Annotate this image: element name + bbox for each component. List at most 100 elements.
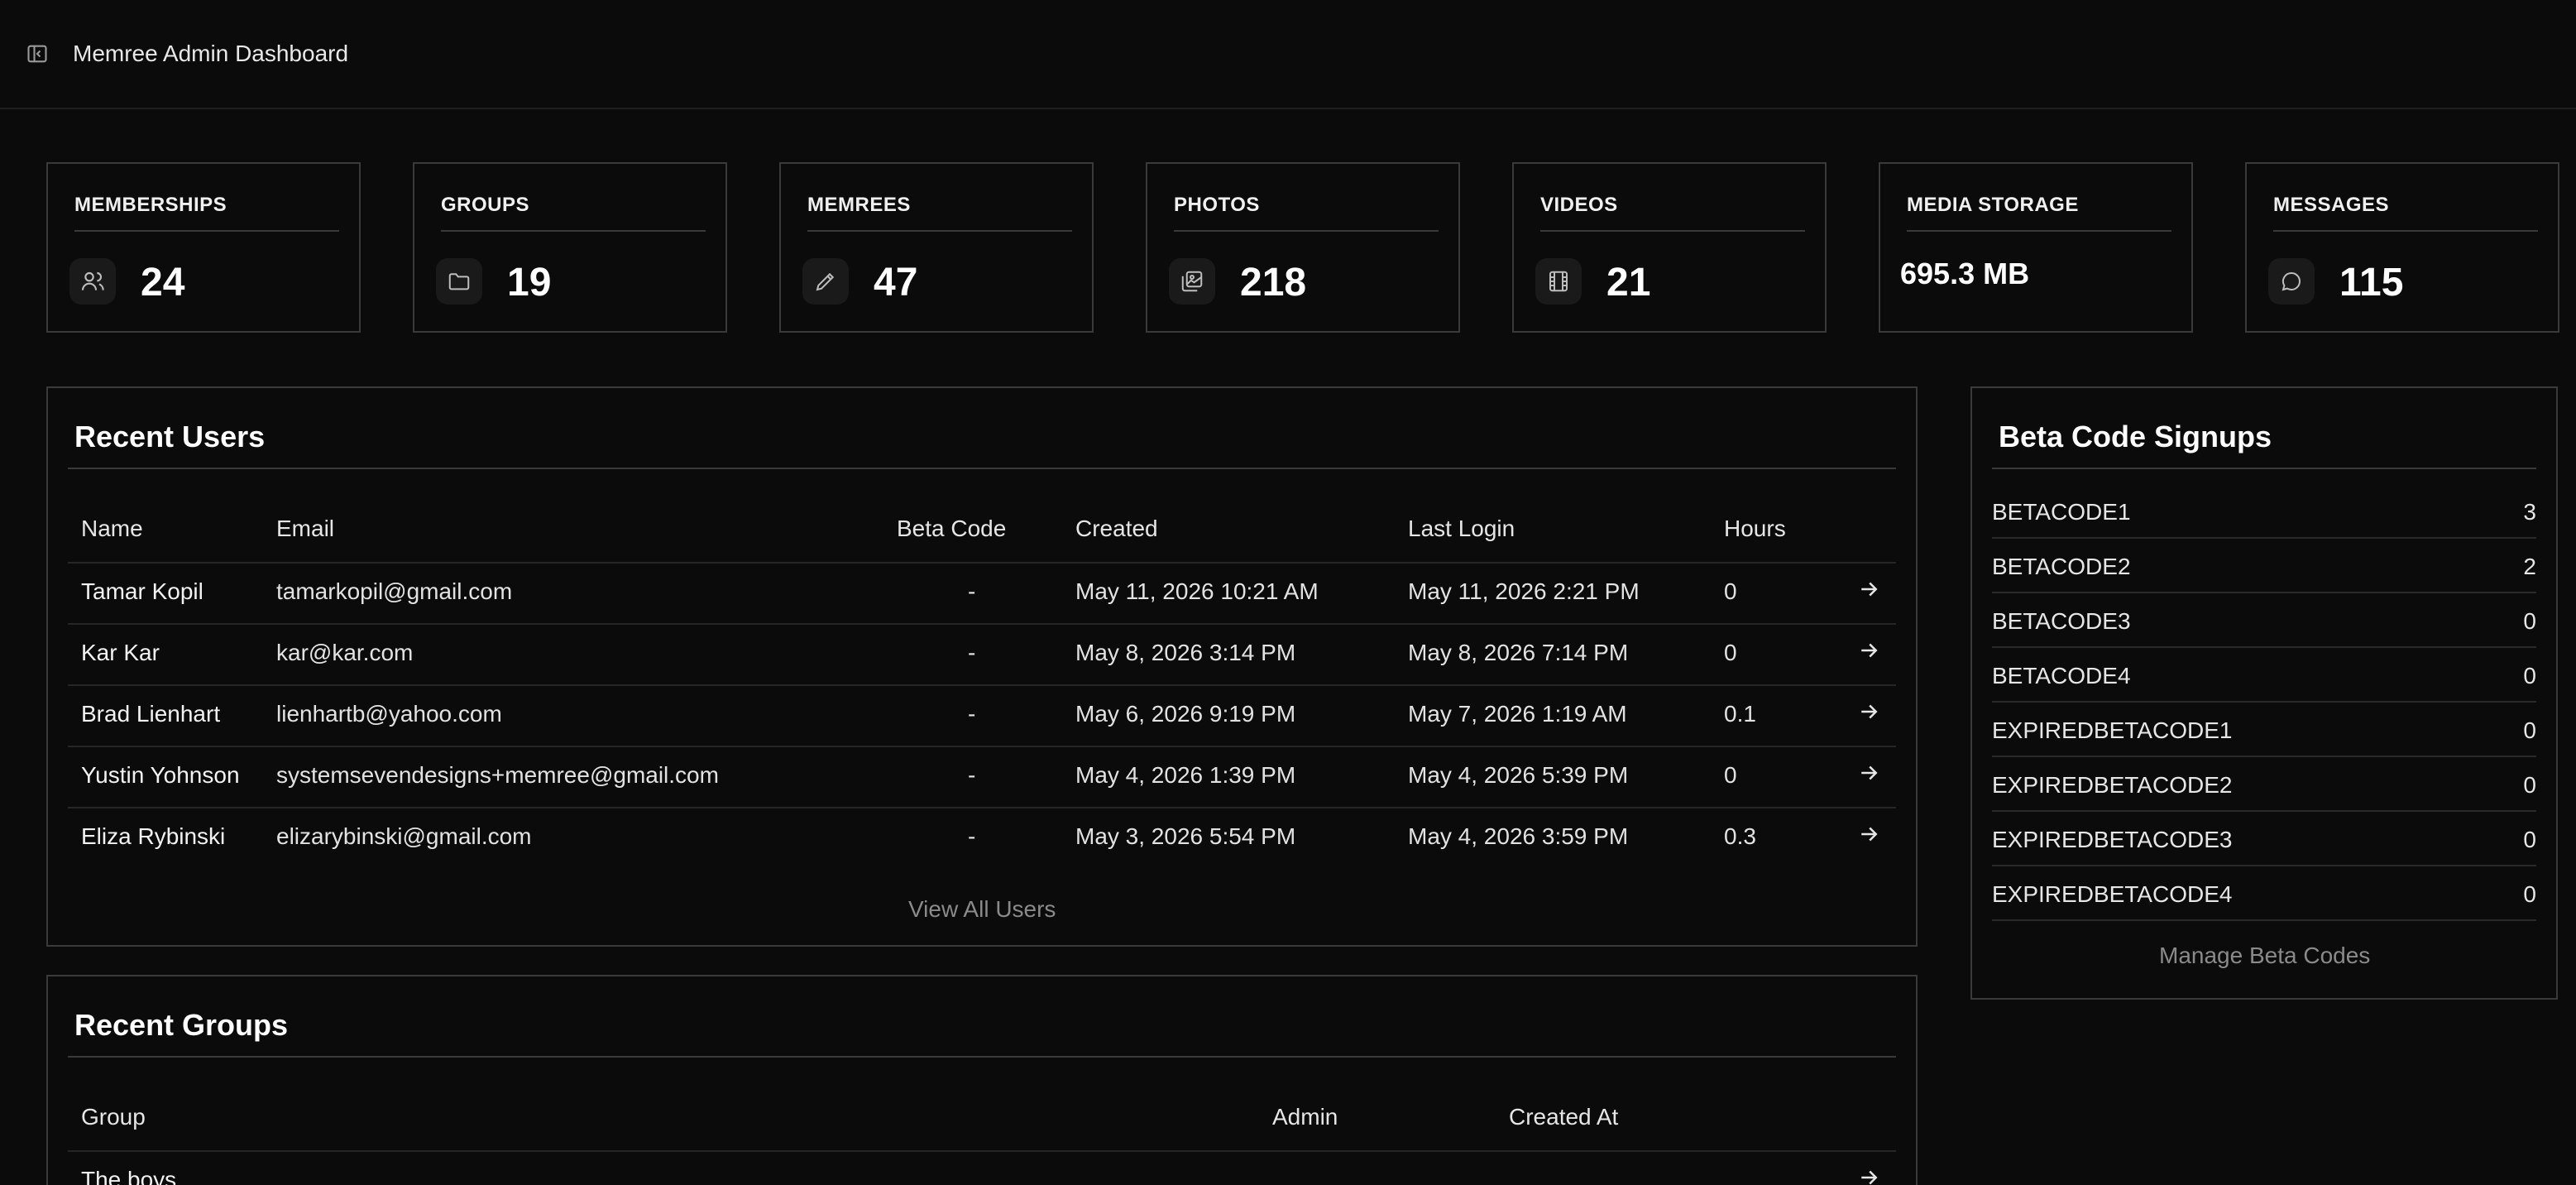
stat-card-groups: GROUPS 19 bbox=[413, 162, 727, 333]
stat-label: MEMREES bbox=[807, 194, 911, 216]
beta-code-count: 0 bbox=[2523, 772, 2536, 798]
stat-value: 218 bbox=[1240, 261, 1307, 305]
beta-code-name: EXPIREDBETACODE3 bbox=[1992, 827, 2233, 852]
panel-title: Recent Groups bbox=[74, 1008, 289, 1042]
divider bbox=[68, 562, 1896, 564]
user-last-login: May 8, 2026 7:14 PM bbox=[1408, 640, 1629, 665]
sidebar-toggle-icon[interactable] bbox=[25, 41, 50, 66]
column-header-email: Email bbox=[276, 516, 335, 541]
user-beta-code: - bbox=[968, 640, 976, 665]
stat-card-memrees: MEMREES 47 bbox=[779, 162, 1094, 333]
arrow-right-icon[interactable] bbox=[1856, 822, 1881, 847]
column-header-admin: Admin bbox=[1272, 1104, 1338, 1130]
group-name: The boys bbox=[81, 1167, 177, 1185]
divider bbox=[68, 807, 1896, 808]
beta-code-row: EXPIREDBETACODE4 0 bbox=[1992, 866, 2536, 921]
divider bbox=[68, 623, 1896, 625]
stat-label: MEDIA STORAGE bbox=[1907, 194, 2079, 216]
arrow-right-icon[interactable] bbox=[1856, 760, 1881, 785]
user-email: elizarybinski@gmail.com bbox=[276, 823, 532, 849]
divider bbox=[68, 1056, 1896, 1058]
beta-code-name: BETACODE4 bbox=[1992, 663, 2131, 688]
user-last-login: May 11, 2026 2:21 PM bbox=[1408, 578, 1640, 604]
stat-value: 19 bbox=[507, 261, 552, 305]
beta-code-signups-panel: Beta Code Signups BETACODE1 3 BETACODE2 … bbox=[1970, 386, 2558, 1000]
stat-card-photos: PHOTOS 218 bbox=[1146, 162, 1460, 333]
beta-code-row: BETACODE1 3 bbox=[1992, 484, 2536, 539]
user-last-login: May 7, 2026 1:19 AM bbox=[1408, 701, 1627, 727]
arrow-right-icon[interactable] bbox=[1856, 1165, 1881, 1185]
beta-code-count: 0 bbox=[2523, 608, 2536, 634]
column-header-created-at: Created At bbox=[1509, 1104, 1619, 1130]
user-created: May 4, 2026 1:39 PM bbox=[1075, 762, 1296, 788]
user-name: Tamar Kopil bbox=[81, 578, 203, 604]
panel-title: Beta Code Signups bbox=[1999, 420, 2272, 453]
manage-beta-codes-link[interactable]: Manage Beta Codes bbox=[2159, 943, 2370, 969]
user-name: Yustin Yohnson bbox=[81, 762, 240, 788]
users-icon bbox=[69, 258, 116, 305]
stat-label: VIDEOS bbox=[1540, 194, 1618, 216]
app-title: Memree Admin Dashboard bbox=[73, 41, 349, 66]
arrow-right-icon[interactable] bbox=[1856, 699, 1881, 724]
beta-code-count: 0 bbox=[2523, 827, 2536, 852]
divider bbox=[441, 230, 706, 232]
divider bbox=[68, 746, 1896, 747]
user-email: tamarkopil@gmail.com bbox=[276, 578, 513, 604]
user-hours: 0.1 bbox=[1724, 701, 1756, 727]
divider bbox=[2273, 230, 2538, 232]
beta-code-count: 0 bbox=[2523, 881, 2536, 907]
user-created: May 3, 2026 5:54 PM bbox=[1075, 823, 1296, 849]
arrow-right-icon[interactable] bbox=[1856, 577, 1881, 602]
divider bbox=[1174, 230, 1439, 232]
beta-code-count: 3 bbox=[2523, 499, 2536, 525]
beta-code-row: BETACODE4 0 bbox=[1992, 648, 2536, 703]
user-last-login: May 4, 2026 5:39 PM bbox=[1408, 762, 1629, 788]
stat-value: 115 bbox=[2339, 261, 2404, 305]
stat-value: 47 bbox=[874, 261, 918, 305]
user-hours: 0 bbox=[1724, 762, 1737, 788]
beta-code-row: EXPIREDBETACODE2 0 bbox=[1992, 757, 2536, 812]
view-all-users-link[interactable]: View All Users bbox=[908, 896, 1056, 923]
column-header-hours: Hours bbox=[1724, 516, 1786, 541]
beta-code-name: BETACODE2 bbox=[1992, 554, 2131, 579]
beta-code-row: BETACODE2 2 bbox=[1992, 539, 2536, 593]
user-created: May 8, 2026 3:14 PM bbox=[1075, 640, 1296, 665]
stat-card-videos: VIDEOS 21 bbox=[1512, 162, 1827, 333]
beta-code-name: BETACODE1 bbox=[1992, 499, 2131, 525]
divider bbox=[74, 230, 339, 232]
user-beta-code: - bbox=[968, 823, 976, 849]
user-hours: 0.3 bbox=[1724, 823, 1756, 849]
beta-code-name: BETACODE3 bbox=[1992, 608, 2131, 634]
beta-code-name: EXPIREDBETACODE4 bbox=[1992, 881, 2233, 907]
pencil-icon bbox=[802, 258, 849, 305]
user-email: lienhartb@yahoo.com bbox=[276, 701, 502, 727]
user-beta-code: - bbox=[968, 578, 976, 604]
stat-label: MEMBERSHIPS bbox=[74, 194, 227, 216]
beta-code-name: EXPIREDBETACODE1 bbox=[1992, 717, 2233, 743]
user-name: Kar Kar bbox=[81, 640, 160, 665]
folder-icon bbox=[436, 258, 482, 305]
beta-code-count: 2 bbox=[2523, 554, 2536, 579]
stat-card-memberships: MEMBERSHIPS 24 bbox=[46, 162, 361, 333]
stat-label: PHOTOS bbox=[1174, 194, 1260, 216]
beta-code-count: 0 bbox=[2523, 717, 2536, 743]
beta-code-name: EXPIREDBETACODE2 bbox=[1992, 772, 2233, 798]
stat-label: GROUPS bbox=[441, 194, 530, 216]
arrow-right-icon[interactable] bbox=[1856, 638, 1881, 663]
beta-code-row: EXPIREDBETACODE1 0 bbox=[1992, 703, 2536, 757]
user-beta-code: - bbox=[968, 762, 976, 788]
divider bbox=[68, 684, 1896, 686]
divider bbox=[807, 230, 1072, 232]
panel-title: Recent Users bbox=[74, 420, 266, 453]
user-beta-code: - bbox=[968, 701, 976, 727]
column-header-created: Created bbox=[1075, 516, 1158, 541]
recent-users-panel: Recent Users Name Email Beta Code Create… bbox=[46, 386, 1918, 947]
stat-label: MESSAGES bbox=[2273, 194, 2390, 216]
photos-icon bbox=[1169, 258, 1215, 305]
user-email: kar@kar.com bbox=[276, 640, 414, 665]
user-email: systemsevendesigns+memree@gmail.com bbox=[276, 762, 719, 788]
divider bbox=[1540, 230, 1805, 232]
recent-groups-panel: Recent Groups Group Admin Created At The… bbox=[46, 975, 1918, 1185]
divider bbox=[68, 1150, 1896, 1152]
film-icon bbox=[1535, 258, 1582, 305]
